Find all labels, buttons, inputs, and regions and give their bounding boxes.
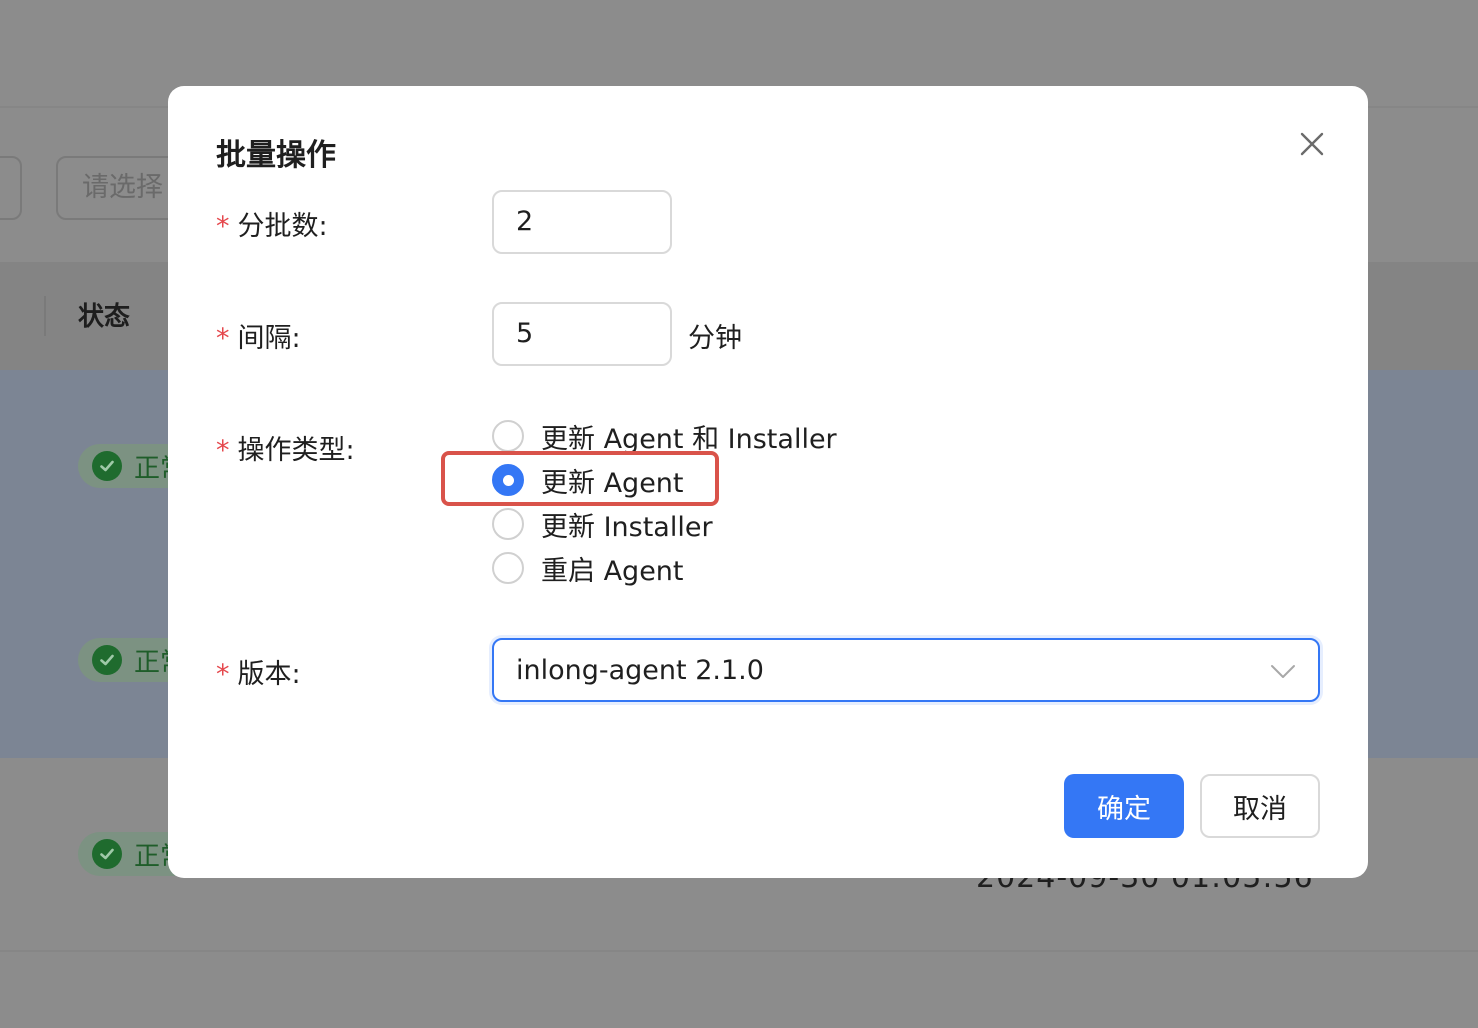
interval-label-text: 间隔:	[237, 323, 301, 354]
batch-operation-modal: 批量操作 * 分批数: 2 * 间隔: 5 分钟 * 操作类型: 更新 Agent 和…	[168, 86, 1368, 878]
check-circle-icon	[92, 645, 122, 675]
interval-unit: 分钟	[688, 323, 742, 354]
divider	[0, 950, 1478, 952]
chevron-down-icon	[1271, 665, 1295, 678]
radio-update-installer[interactable]: 更新 Installer	[492, 506, 713, 543]
search-button[interactable]	[0, 156, 22, 220]
version-label-text: 版本:	[237, 659, 301, 690]
version-select-value: inlong-agent 2.1.0	[516, 654, 764, 686]
column-header-status: 状态	[78, 302, 131, 332]
batch-count-label: * 分批数:	[216, 204, 328, 243]
radio-label: 更新 Agent 和 Installer	[541, 423, 837, 455]
radio-update-agent-and-installer[interactable]: 更新 Agent 和 Installer	[492, 418, 837, 455]
column-separator	[44, 296, 46, 336]
operation-type-label-text: 操作类型:	[237, 435, 355, 466]
batch-count-label-text: 分批数:	[237, 211, 328, 242]
radio-unchecked-icon	[492, 508, 524, 540]
version-select[interactable]: inlong-agent 2.1.0	[492, 638, 1320, 702]
operation-type-label: * 操作类型:	[216, 428, 355, 467]
confirm-button[interactable]: 确定	[1064, 774, 1184, 838]
batch-count-input[interactable]: 2	[492, 190, 672, 254]
required-mark: *	[216, 435, 230, 466]
check-circle-icon	[92, 451, 122, 481]
required-mark: *	[216, 323, 230, 354]
radio-label: 重启 Agent	[541, 555, 684, 587]
required-mark: *	[216, 211, 230, 242]
required-mark: *	[216, 659, 230, 690]
interval-label: * 间隔:	[216, 316, 301, 355]
radio-unchecked-icon	[492, 552, 524, 584]
cancel-button[interactable]: 取消	[1200, 774, 1320, 838]
radio-restart-agent[interactable]: 重启 Agent	[492, 550, 684, 587]
annotation-highlight-box	[441, 451, 719, 506]
radio-label: 更新 Installer	[541, 511, 713, 543]
close-icon	[1300, 132, 1324, 156]
close-button[interactable]	[1296, 128, 1328, 160]
version-label: * 版本:	[216, 652, 301, 691]
interval-input[interactable]: 5	[492, 302, 672, 366]
check-circle-icon	[92, 839, 122, 869]
radio-unchecked-icon	[492, 420, 524, 452]
modal-title: 批量操作	[216, 138, 336, 173]
filter-select-placeholder: 请选择	[82, 172, 163, 203]
